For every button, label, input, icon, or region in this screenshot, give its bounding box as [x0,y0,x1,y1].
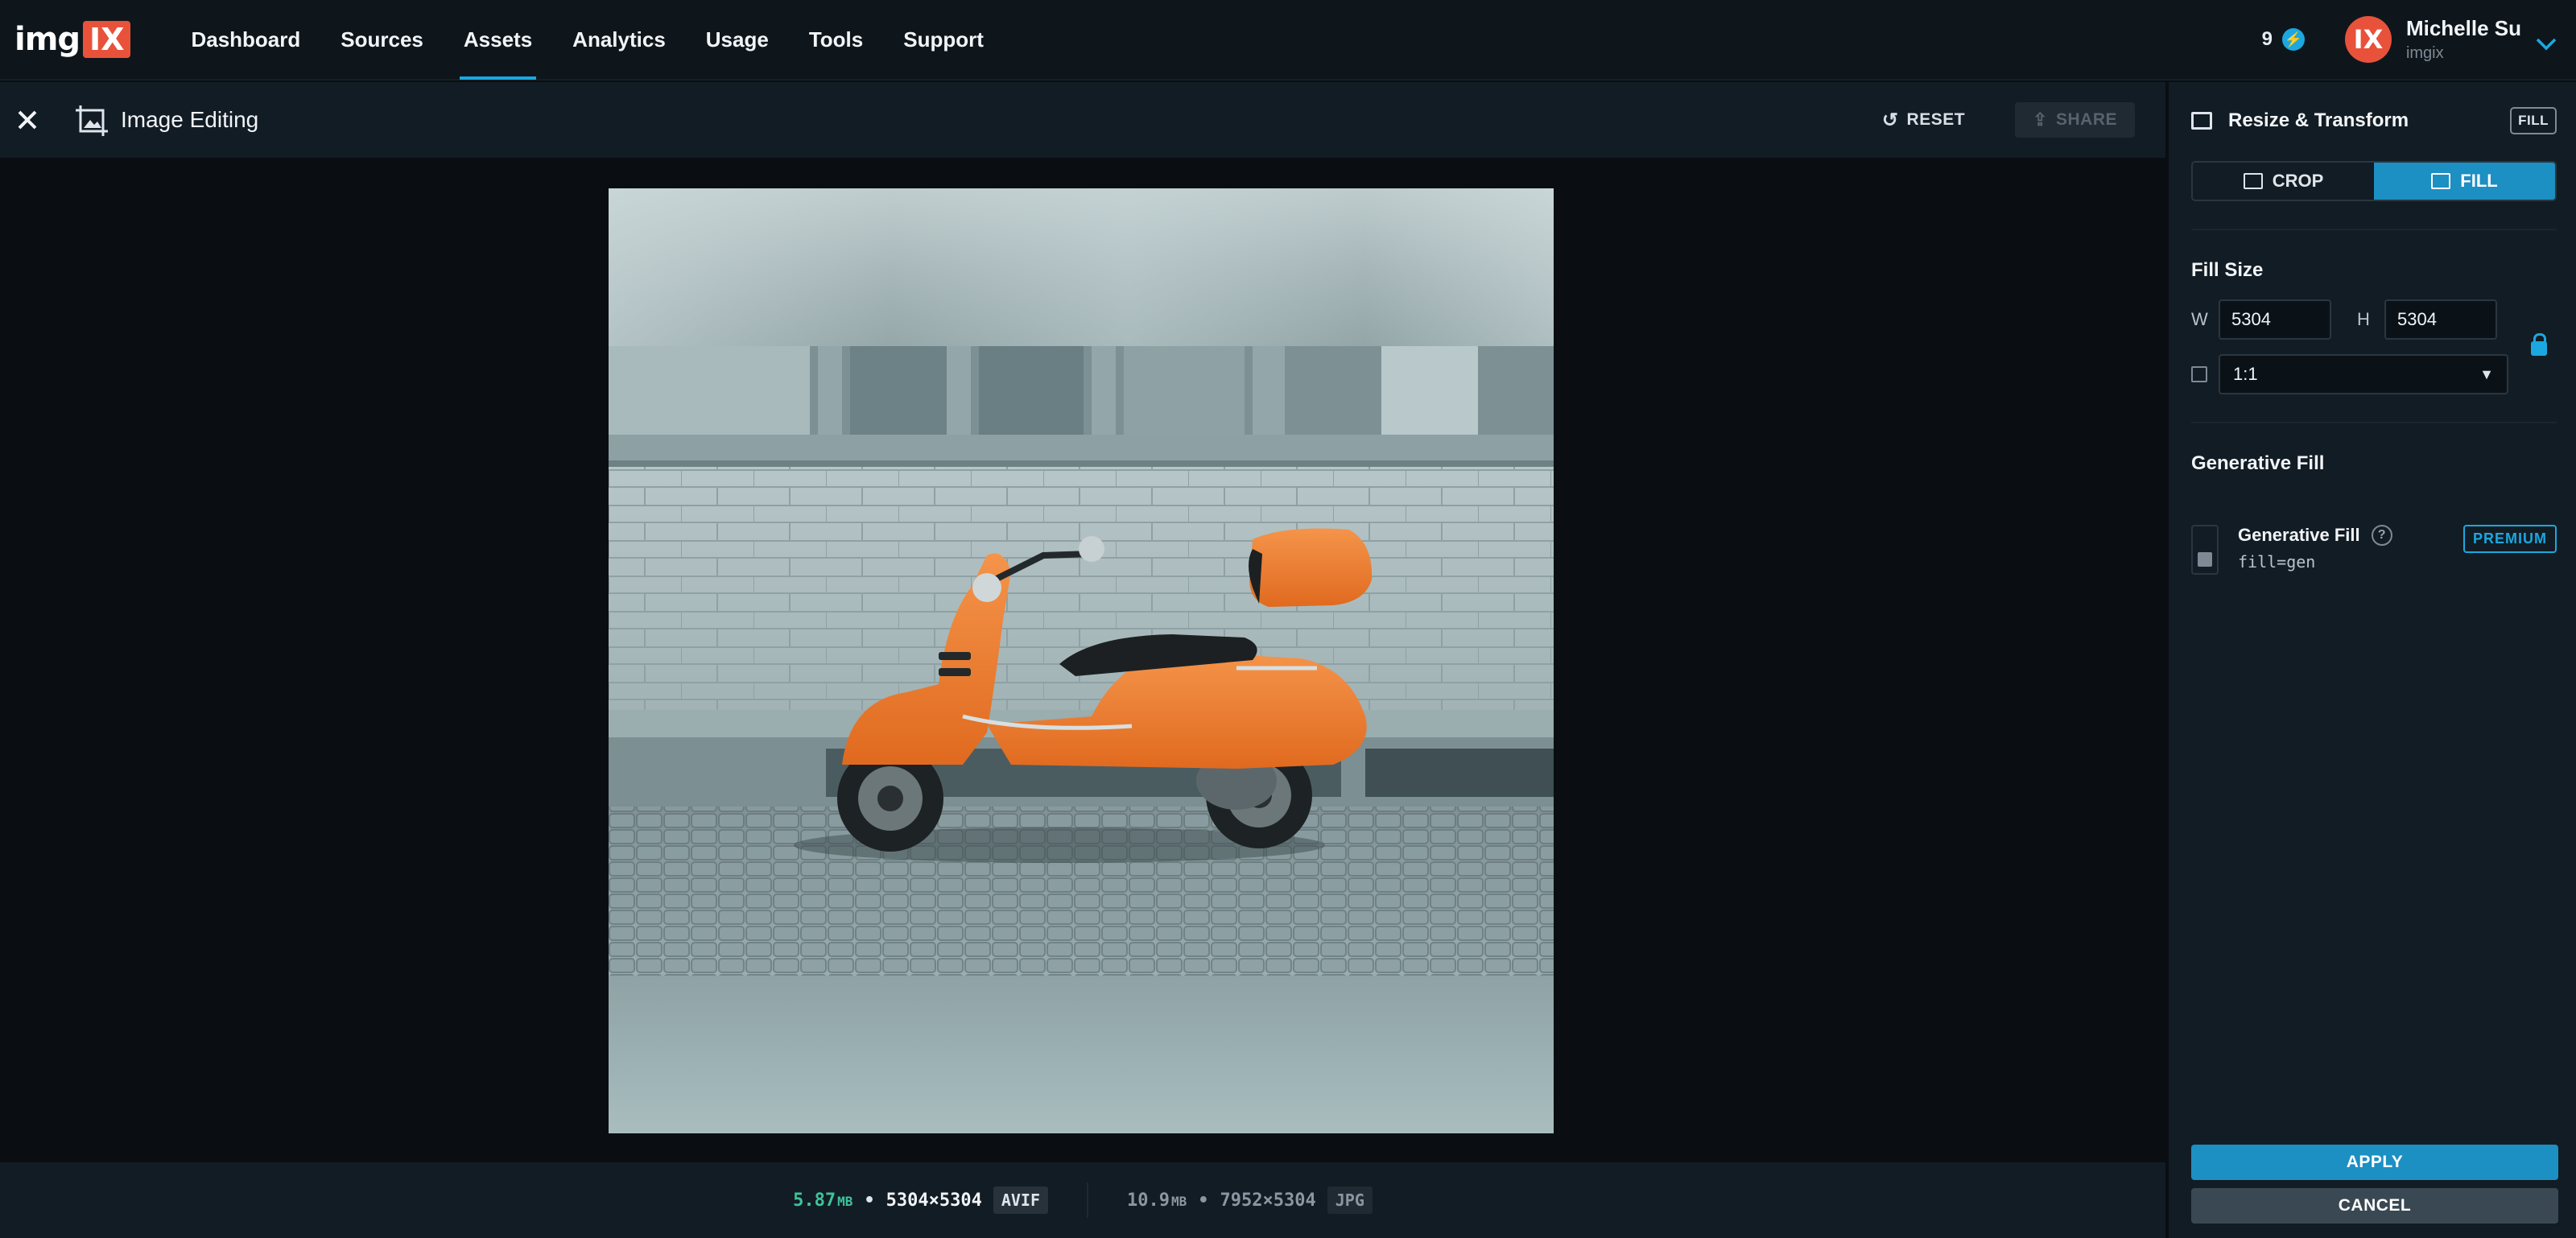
logo-mark: IX [83,21,131,58]
panel-header: Resize & Transform FILL [2169,82,2576,159]
separator: • [864,1190,875,1211]
nav-usage[interactable]: Usage [686,0,789,80]
original-format-badge: JPG [1327,1186,1373,1214]
image-edit-icon [74,104,108,136]
nav-sources[interactable]: Sources [320,0,444,80]
aspect-ratio-value: 1:1 [2233,364,2258,384]
divider [2191,229,2557,230]
aspect-ratio-icon [2191,366,2207,382]
original-size-unit: MB [1171,1193,1187,1209]
output-size-unit: MB [837,1193,853,1209]
tab-crop[interactable]: CROP [2193,163,2374,200]
generative-fill-bottom [609,976,1554,1133]
image-icon [2191,112,2212,130]
crop-icon [2243,173,2263,189]
output-dimensions: 5304×5304 [886,1190,982,1211]
stat-divider [1087,1182,1089,1218]
editor-canvas [0,161,2165,1161]
output-size: 5.87 MB [793,1191,852,1211]
credits-indicator[interactable]: 9 ⚡ [2262,28,2305,51]
cancel-button[interactable]: CANCEL [2191,1188,2558,1224]
tab-fill[interactable]: FILL [2374,163,2555,200]
chevron-down-icon: ▼ [2479,365,2494,382]
lock-icon[interactable] [2531,333,2547,356]
generative-fill-thumbnail [2191,525,2219,575]
generative-fill-top [609,188,1554,346]
user-info[interactable]: Michelle Su imgix [2406,16,2521,63]
generative-fill-label: Generative Fill [2238,525,2360,545]
share-icon: ⇪ [2033,109,2048,130]
tab-fill-label: FILL [2460,171,2498,191]
nav-analytics[interactable]: Analytics [552,0,686,80]
output-stats: 5.87 MB • 5304×5304 AVIF [793,1186,1049,1214]
resize-transform-panel: Resize & Transform FILL CROP FILL Fill S… [2167,82,2576,1238]
reset-label: RESET [1906,110,1966,129]
user-name: Michelle Su [2405,16,2521,40]
width-label: W [2191,309,2208,329]
nav-support[interactable]: Support [883,0,1004,80]
account-area: 9 ⚡ IX Michelle Su imgix [2262,0,2576,80]
main-nav: Dashboard Sources Assets Analytics Usage… [171,0,1003,80]
user-org: imgix [2405,44,2444,62]
premium-badge: PREMIUM [2463,525,2557,553]
divider [2191,422,2557,423]
width-input[interactable]: 5304 [2219,299,2331,340]
panel-title: Resize & Transform [2228,109,2409,131]
editor-toolbar: Image Editing ↺ RESET ⇪ SHARE [0,82,2165,159]
height-input[interactable]: 5304 [2384,299,2497,340]
apply-button[interactable]: APPLY [2191,1145,2558,1180]
image-fill-icon [2431,173,2451,189]
aspect-ratio-select[interactable]: 1:1 ▼ [2219,354,2508,394]
image-preview[interactable] [609,188,1554,1133]
tab-crop-label: CROP [2272,171,2324,191]
generative-fill-option[interactable]: Generative Fill ? fill=gen PREMIUM [2191,525,2557,575]
original-size-value: 10.9 [1127,1190,1170,1211]
share-label: SHARE [2055,110,2117,129]
reset-button[interactable]: ↺ RESET [1882,109,1965,132]
original-size: 10.9 MB [1127,1191,1187,1211]
output-size-value: 5.87 [793,1190,836,1211]
original-stats: 10.9 MB • 7952×5304 JPG [1127,1186,1373,1214]
nav-dashboard[interactable]: Dashboard [171,0,320,80]
image-status-bar: 5.87 MB • 5304×5304 AVIF 10.9 MB • 7952×53… [0,1162,2165,1238]
undo-icon: ↺ [1881,109,1899,131]
output-format-badge: AVIF [993,1186,1049,1214]
generative-fill-name: Generative Fill ? [2238,525,2392,546]
editor-actions: ↺ RESET ⇪ SHARE [1882,102,2135,138]
fill-size-title: Fill Size [2191,259,2264,281]
help-icon[interactable]: ? [2371,525,2392,546]
dimensions-row: W 5304 H 5304 [2191,299,2576,340]
height-label: H [2357,309,2370,329]
imgix-logo[interactable]: img IX [14,0,131,80]
separator: • [1198,1190,1209,1211]
generative-fill-details: Generative Fill ? fill=gen [2238,525,2392,572]
chevron-down-icon[interactable] [2536,31,2557,56]
scooter-photo [609,346,1554,976]
nav-tools[interactable]: Tools [789,0,883,80]
original-dimensions: 7952×5304 [1220,1190,1316,1211]
credits-count: 9 [2261,28,2273,50]
page-title: Image Editing [121,107,259,132]
logo-text: img [14,21,80,58]
avatar[interactable]: IX [2344,16,2392,63]
aspect-ratio-row: 1:1 ▼ [2191,354,2576,394]
bolt-icon: ⚡ [2281,28,2305,51]
mode-toggle: CROP FILL [2191,161,2557,201]
nav-assets[interactable]: Assets [444,0,552,80]
mode-badge: FILL [2510,107,2557,134]
generative-fill-title: Generative Fill [2191,452,2325,474]
generative-fill-param: fill=gen [2238,552,2316,572]
close-icon[interactable] [13,102,42,138]
top-nav: img IX Dashboard Sources Assets Analytic… [0,0,2576,80]
share-button[interactable]: ⇪ SHARE [2015,102,2135,138]
